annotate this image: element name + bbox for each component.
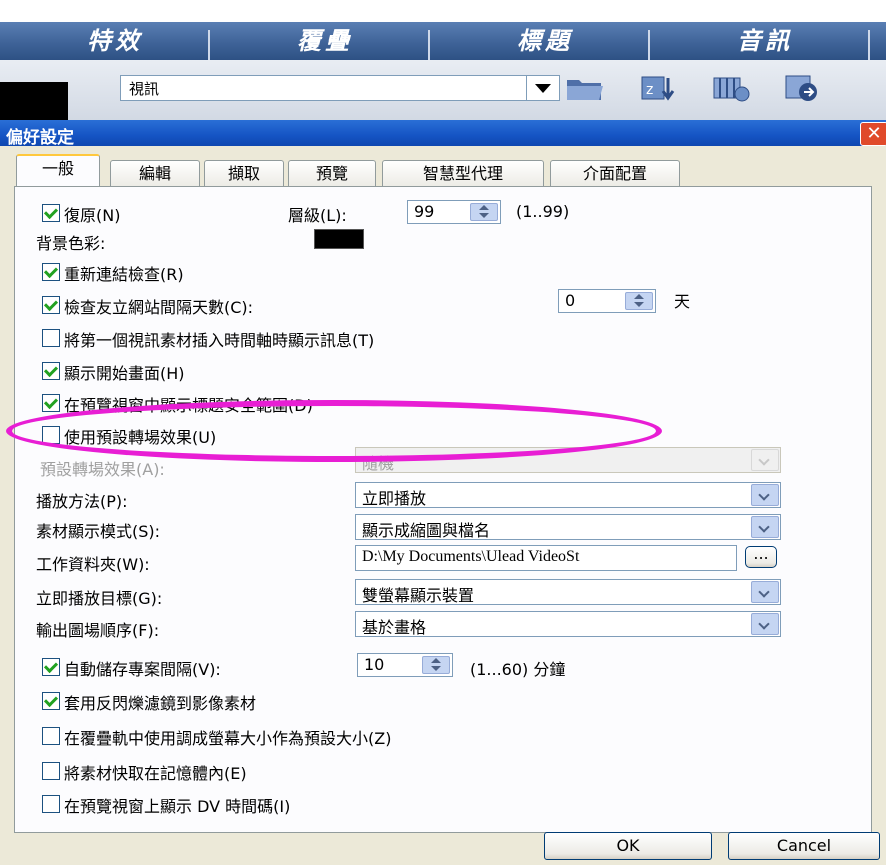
show-msg-label: 將第一個視訊素材插入時間軸時顯示訊息(T) [64, 331, 375, 350]
sort-icon[interactable]: z [638, 72, 678, 104]
chevron-down-icon[interactable] [751, 516, 779, 538]
ok-button[interactable]: OK [544, 832, 712, 860]
dv-timecode-label: 在預覽視窗上顯示 DV 時間碼(I) [64, 797, 291, 816]
clip-display-value: 顯示成縮圖與檔名 [362, 521, 491, 540]
tab-title[interactable]: 標題 [470, 22, 620, 60]
check-site-days-stepper[interactable]: 0 [558, 289, 656, 313]
tab-edit[interactable]: 編輯 [110, 160, 200, 187]
default-transition-effect-select[interactable]: 隨機 [355, 447, 781, 473]
svg-text:z: z [646, 82, 653, 98]
clip-display-label: 素材顯示模式(S): [36, 522, 161, 541]
cache-checkbox[interactable] [42, 762, 60, 780]
tab-smart-proxy[interactable]: 智慧型代理 [382, 160, 544, 187]
instant-target-select[interactable]: 雙螢幕顯示裝置 [355, 579, 781, 605]
dv-timecode-checkbox[interactable] [42, 795, 60, 813]
work-folder-value: D:\My Documents\Ulead VideoSt [362, 548, 580, 565]
default-transition-effect-label: 預設轉場效果(A): [40, 460, 165, 479]
tab-preview[interactable]: 預覽 [288, 160, 376, 187]
check-site-checkbox[interactable] [42, 296, 60, 314]
cache-label: 將素材快取在記憶體內(E) [64, 764, 247, 783]
overlay-resize-label: 在覆疊軌中使用調成螢幕大小作為預設大小(Z) [64, 729, 392, 748]
title-safe-checkbox[interactable] [42, 394, 60, 412]
antiflicker-checkbox[interactable] [42, 692, 60, 710]
dialog-title: 偏好設定 [6, 128, 74, 148]
tab-divider [428, 30, 430, 60]
clip-display-select[interactable]: 顯示成縮圖與檔名 [355, 514, 781, 540]
close-button[interactable]: ✕ [860, 122, 886, 146]
tab-capture[interactable]: 擷取 [204, 160, 284, 187]
playback-method-select[interactable]: 立即播放 [355, 482, 781, 508]
show-splash-label: 顯示開始畫面(H) [64, 364, 185, 383]
tab-divider [208, 30, 210, 60]
playback-method-value: 立即播放 [362, 489, 427, 508]
tab-divider [868, 30, 870, 60]
autosave-interval-value: 10 [364, 655, 385, 674]
chevron-down-icon[interactable] [751, 613, 779, 635]
library-category-value: 視訊 [129, 80, 160, 98]
autosave-range: (1...60) 分鐘 [470, 660, 566, 679]
undo-level-value: 99 [414, 202, 435, 221]
check-site-label: 檢查友立網站間隔天數(C): [64, 298, 254, 317]
bg-color-swatch[interactable] [314, 229, 364, 249]
instant-target-value: 雙螢幕顯示裝置 [362, 586, 475, 605]
check-site-days-value: 0 [565, 291, 576, 310]
check-site-unit: 天 [674, 292, 691, 311]
field-order-label: 輸出圖場順序(F): [36, 621, 160, 640]
playback-label: 播放方法(P): [36, 492, 128, 511]
preview-thumbnail [0, 82, 68, 120]
level-range: (1..99) [516, 202, 570, 221]
top-strip [0, 0, 886, 22]
tab-overlay[interactable]: 覆疊 [250, 22, 400, 60]
relink-checkbox[interactable] [42, 263, 60, 281]
autosave-label: 自動儲存專案間隔(V): [64, 660, 221, 679]
dialog-titlebar: 偏好設定 [0, 120, 886, 148]
chevron-down-icon[interactable] [751, 581, 779, 603]
media-rotate-icon[interactable] [782, 72, 822, 104]
undo-level-stepper[interactable]: 99 [407, 200, 501, 224]
show-splash-checkbox[interactable] [42, 362, 60, 380]
chevron-down-icon[interactable] [751, 449, 779, 471]
spin-arrows-icon[interactable] [470, 203, 498, 221]
work-folder-label: 工作資料夾(W): [36, 555, 150, 574]
relink-label: 重新連結檢查(R) [64, 265, 184, 284]
chevron-down-icon[interactable] [751, 484, 779, 506]
default-transition-effect-value: 隨機 [362, 454, 395, 473]
tab-general[interactable]: 一般 [16, 154, 100, 190]
autosave-checkbox[interactable] [42, 658, 60, 676]
work-folder-input[interactable]: D:\My Documents\Ulead VideoSt [355, 545, 737, 571]
level-label: 層級(L): [288, 206, 347, 225]
tab-effects[interactable]: 特效 [40, 22, 190, 60]
default-transition-checkbox[interactable] [42, 426, 60, 444]
autosave-interval-stepper[interactable]: 10 [357, 653, 453, 677]
antiflicker-label: 套用反閃爍濾鏡到影像素材 [64, 694, 257, 713]
library-category-dropdown[interactable]: 視訊 [120, 75, 560, 101]
tab-ui-layout[interactable]: 介面配置 [550, 160, 680, 187]
field-order-select[interactable]: 基於畫格 [355, 611, 781, 637]
chevron-down-icon[interactable] [526, 76, 559, 100]
tab-audio[interactable]: 音訊 [690, 22, 840, 60]
undo-checkbox[interactable] [42, 204, 60, 222]
title-safe-label: 在預覽視窗中顯示標題安全範圍(D) [64, 396, 313, 415]
tab-divider [648, 30, 650, 60]
bg-color-label: 背景色彩: [36, 234, 106, 253]
show-msg-checkbox[interactable] [42, 329, 60, 347]
spin-arrows-icon[interactable] [422, 656, 450, 674]
field-order-value: 基於畫格 [362, 618, 427, 637]
instant-target-label: 立即播放目標(G): [36, 589, 163, 608]
spin-arrows-icon[interactable] [625, 292, 653, 310]
default-transition-label: 使用預設轉場效果(U) [64, 428, 217, 447]
storyboard-icon[interactable] [712, 72, 752, 104]
cancel-button[interactable]: Cancel [728, 832, 880, 860]
library-tab-bar: 特效 覆疊 標題 音訊 [0, 22, 886, 60]
overlay-resize-checkbox[interactable] [42, 727, 60, 745]
browse-button[interactable]: ... [745, 546, 777, 568]
undo-label: 復原(N) [64, 206, 121, 225]
folder-icon[interactable] [565, 72, 605, 104]
